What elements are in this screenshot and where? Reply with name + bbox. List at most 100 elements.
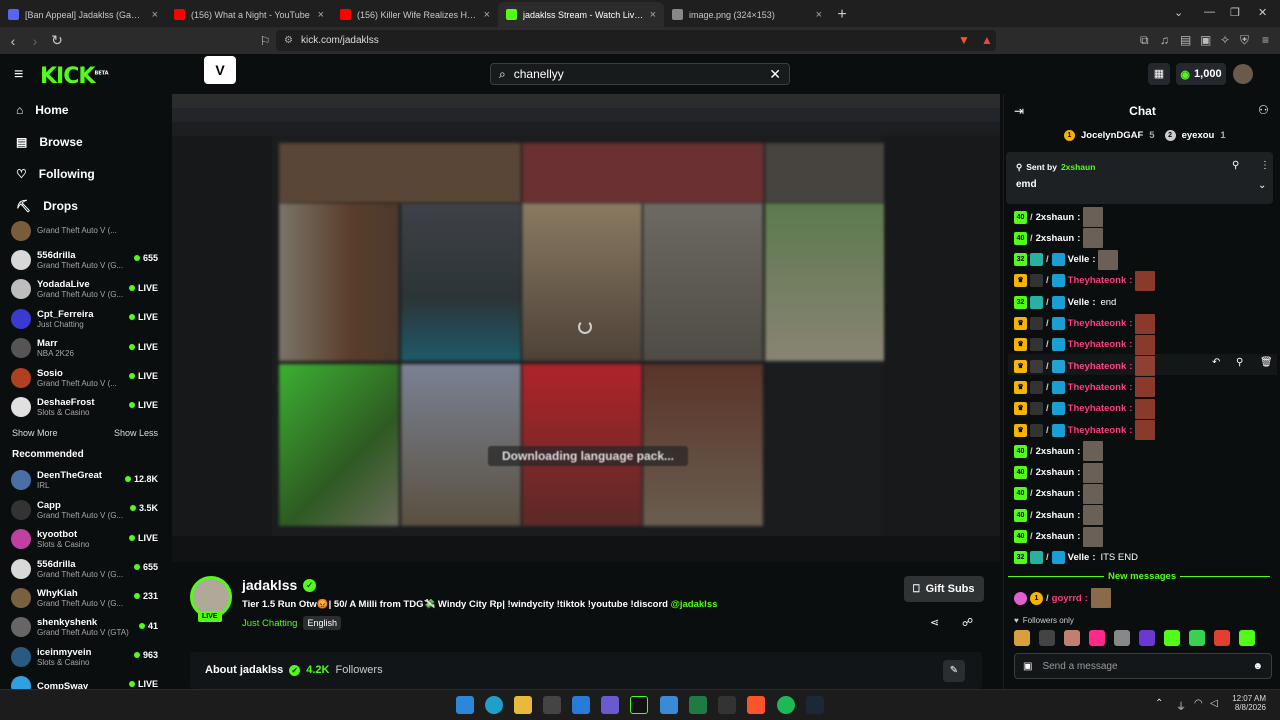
hamburger-menu-icon[interactable]: ≡ [14,66,23,84]
steam-icon[interactable] [806,696,824,714]
browser-tab[interactable]: (156) What a Night - YouTube × [166,2,332,27]
sidebar-icon[interactable]: ▤ [1180,33,1191,47]
emote-icon[interactable] [1139,630,1155,646]
search-input[interactable] [513,67,762,81]
browser-tab[interactable]: image.png (324×153) × [664,2,830,27]
chat-username[interactable]: Theyhateonk [1068,403,1127,414]
show-more-link[interactable]: Show More [12,428,58,438]
share-icon[interactable]: ⋖ [930,616,939,629]
media-icon[interactable]: ♫ [1160,33,1169,47]
sidebar-channel[interactable]: 556drilla Grand Theft Auto V (G... 655 [0,245,170,274]
search-bar[interactable]: ⌕ ✕ [490,63,790,85]
wallet-icon[interactable]: ▣ [1200,33,1211,47]
sidebar-channel[interactable]: DeenTheGreat IRL 12.8K [0,466,170,495]
forward-icon[interactable]: › [24,33,46,49]
video-player[interactable]: Downloading language pack... [172,94,1000,536]
capcut-icon[interactable] [718,696,736,714]
gift-subs-button[interactable]: ⎕ Gift Subs [904,576,984,602]
category-link[interactable]: Just Chatting [242,618,297,629]
file-explorer-icon[interactable] [514,696,532,714]
outlook-icon[interactable] [572,696,590,714]
browser-tab[interactable]: (156) Killer Wife Realizes Her Husban× [332,2,498,27]
sidebar-channel[interactable]: shenkyshenk Grand Theft Auto V (GTA) 41 [0,613,170,642]
user-avatar[interactable] [1233,64,1253,84]
rewards-icon[interactable]: ▲ [981,33,993,47]
chat-settings-icon[interactable]: ▣ [1023,661,1032,672]
pin-message-icon[interactable]: ⚲ [1236,357,1243,368]
close-icon[interactable]: × [484,9,490,21]
microphone-icon[interactable]: ⏚ [1176,698,1186,713]
clear-search-icon[interactable]: ✕ [769,66,781,83]
menu-icon[interactable]: ≡ [1262,33,1269,47]
photos-icon[interactable] [660,696,678,714]
clip-icon[interactable]: ☍ [962,616,973,629]
channel-name[interactable]: jadaklss [242,577,297,593]
nav-following[interactable]: ♡ Following [0,158,170,190]
chat-username[interactable]: Velle [1068,297,1090,308]
tray-chevron-icon[interactable]: ⌃ [1155,698,1163,709]
chat-username[interactable]: Theyhateonk [1068,425,1127,436]
sidebar-channel[interactable]: DeshaeFrost Slots & Casino LIVE [0,392,170,421]
sidebar-channel[interactable]: Capp Grand Theft Auto V (G... 3.5K [0,495,170,524]
emote-icon[interactable] [1089,630,1105,646]
gifter-name[interactable]: eyexou [1182,130,1215,141]
reload-icon[interactable]: ↻ [46,32,68,49]
chat-username[interactable]: Theyhateonk [1068,318,1127,329]
studio-icon[interactable]: ▦ [1148,63,1170,85]
close-window-button[interactable]: ✕ [1258,6,1267,19]
back-icon[interactable]: ‹ [2,33,24,49]
sidebar-channel[interactable]: CompSway LIVE [0,671,170,689]
emoji-icon[interactable]: ☻ [1252,661,1263,672]
emote-icon[interactable] [1189,630,1205,646]
chat-username[interactable]: Theyhateonk [1068,275,1127,286]
chat-input[interactable]: ▣ Send a message ☻ [1014,653,1272,679]
nav-home[interactable]: ⌂ Home [0,94,170,126]
excel-icon[interactable] [689,696,707,714]
emote-icon[interactable] [1239,630,1255,646]
bookmark-icon[interactable]: ⚐ [254,34,276,48]
edge-icon[interactable] [485,696,503,714]
browser-tab[interactable]: [Ban Appeal] Jadaklss (Game) | Win× [0,2,166,27]
delete-icon[interactable]: 🗑 [1260,357,1273,368]
close-icon[interactable]: × [318,9,324,21]
emote-icon[interactable] [1114,630,1130,646]
chat-username[interactable]: Velle [1068,552,1090,563]
chat-username[interactable]: Velle [1068,254,1090,265]
leo-icon[interactable]: ✧ [1220,33,1230,47]
emote-icon[interactable] [1064,630,1080,646]
sidebar-channel[interactable]: kyootbot Slots & Casino LIVE [0,525,170,554]
teams-icon[interactable] [601,696,619,714]
chat-username[interactable]: 2xshaun [1036,233,1075,244]
chevron-down-icon[interactable]: ⌄ [1258,180,1266,191]
chat-username[interactable]: 2xshaun [1036,510,1075,521]
chat-username[interactable]: Theyhateonk [1068,382,1127,393]
close-icon[interactable]: × [650,9,656,21]
minimize-button[interactable]: — [1204,6,1215,18]
new-tab-button[interactable]: + [830,2,854,27]
volume-icon[interactable]: ◁ [1210,698,1218,709]
emote-icon[interactable] [1014,630,1030,646]
kick-logo[interactable]: KICKBETA [40,64,109,89]
vpn-icon[interactable]: ⛨ [1240,33,1249,48]
unpin-icon[interactable]: ⚲ [1232,160,1239,171]
chat-username[interactable]: 2xshaun [1036,467,1075,478]
chat-username[interactable]: 2xshaun [1036,446,1075,457]
sidebar-channel[interactable]: Sosio Grand Theft Auto V (... LIVE [0,363,170,392]
close-icon[interactable]: × [816,9,822,21]
emote-icon[interactable] [1214,630,1230,646]
kicks-balance[interactable]: ◉ 1,000 [1176,63,1226,85]
title-mention-link[interactable]: @jadaklss [671,599,718,610]
emote-icon[interactable] [1164,630,1180,646]
emote-icon[interactable] [1039,630,1055,646]
nav-browse[interactable]: ▤ Browse [0,126,170,158]
sidebar-channel[interactable]: 556drilla Grand Theft Auto V (G... 655 [0,554,170,583]
close-icon[interactable]: × [152,9,158,21]
sidebar-channel[interactable]: Grand Theft Auto V (... [0,216,170,245]
brave-icon[interactable] [747,696,765,714]
clock[interactable]: 12:07 AM 8/8/2026 [1228,694,1266,712]
sidebar-channel[interactable]: iceinmyvein Slots & Casino 963 [0,642,170,671]
chat-username[interactable]: 2xshaun [1036,488,1075,499]
sidebar-channel[interactable]: WhyKiah Grand Theft Auto V (G... 231 [0,583,170,612]
store-icon[interactable] [543,696,561,714]
sidebar-channel[interactable]: Marr NBA 2K26 LIVE [0,334,170,363]
